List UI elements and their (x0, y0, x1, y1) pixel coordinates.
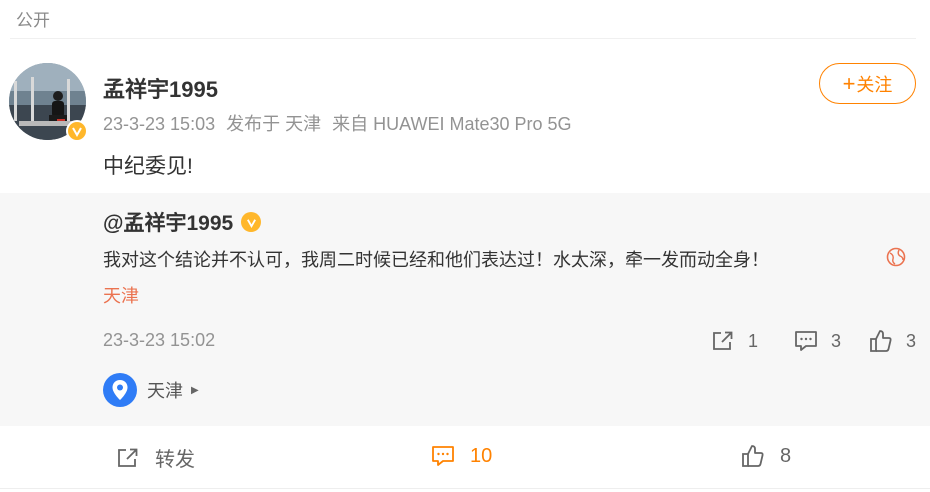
verified-badge-icon (66, 120, 88, 142)
original-author-name[interactable]: @孟祥宇1995 (103, 207, 233, 237)
visibility-label: 公开 (16, 11, 50, 30)
like-button[interactable]: 8 (740, 443, 791, 469)
post-time[interactable]: 23-3-23 15:03 (103, 114, 215, 134)
share-icon (118, 448, 138, 467)
original-share-button[interactable]: 1 (710, 328, 758, 354)
like-count: 8 (780, 444, 792, 467)
original-comment-button[interactable]: 3 (793, 328, 841, 354)
thumbs-up-icon (742, 445, 764, 467)
reposted-content[interactable]: @孟祥宇1995 我对这个结论并不认可，我周二时候已经和他们表达过！水太深，牵一… (0, 193, 930, 426)
author-name[interactable]: 孟祥宇1995 (103, 72, 218, 104)
comment-count: 3 (831, 330, 842, 351)
original-time[interactable]: 23-3-23 15:02 (103, 330, 215, 351)
post-text: 中纪委见! (103, 155, 193, 178)
thumbs-up-icon (870, 330, 892, 352)
comment-icon (432, 446, 454, 466)
divider (10, 38, 916, 39)
share-count: 1 (748, 330, 759, 351)
comment-icon (795, 331, 817, 351)
location-tag-label: 天津 (147, 381, 183, 401)
verified-badge-icon (241, 212, 262, 232)
location-pin-icon (103, 373, 137, 407)
divider (0, 488, 930, 489)
repost-button[interactable]: 转发 (115, 443, 195, 472)
post-meta: 23-3-23 15:03 发布于 天津 来自 HUAWEI Mate30 Pr… (103, 110, 578, 136)
post-published-location: 发布于 天津 (226, 114, 322, 134)
comment-count: 10 (470, 444, 493, 467)
share-icon (713, 331, 733, 350)
chevron-right-icon: ▶ (191, 384, 199, 396)
original-like-button[interactable]: 3 (868, 328, 916, 354)
original-author[interactable]: @孟祥宇1995 (103, 207, 262, 237)
original-location-link[interactable]: 天津 (103, 282, 139, 308)
plus-icon: + (842, 70, 856, 96)
like-count: 3 (906, 330, 917, 351)
post-source: 来自 HUAWEI Mate30 Pro 5G (332, 114, 572, 134)
follow-button[interactable]: + 关注 (819, 63, 916, 104)
comment-button[interactable]: 10 (430, 443, 492, 469)
repost-label: 转发 (155, 449, 195, 471)
globe-icon[interactable] (885, 246, 907, 268)
original-text: 我对这个结论并不认可，我周二时候已经和他们表达过！水太深，牵一发而动全身！ (103, 250, 769, 270)
location-tag[interactable]: 天津 ▶ (103, 373, 199, 407)
follow-label: 关注 (856, 74, 893, 95)
